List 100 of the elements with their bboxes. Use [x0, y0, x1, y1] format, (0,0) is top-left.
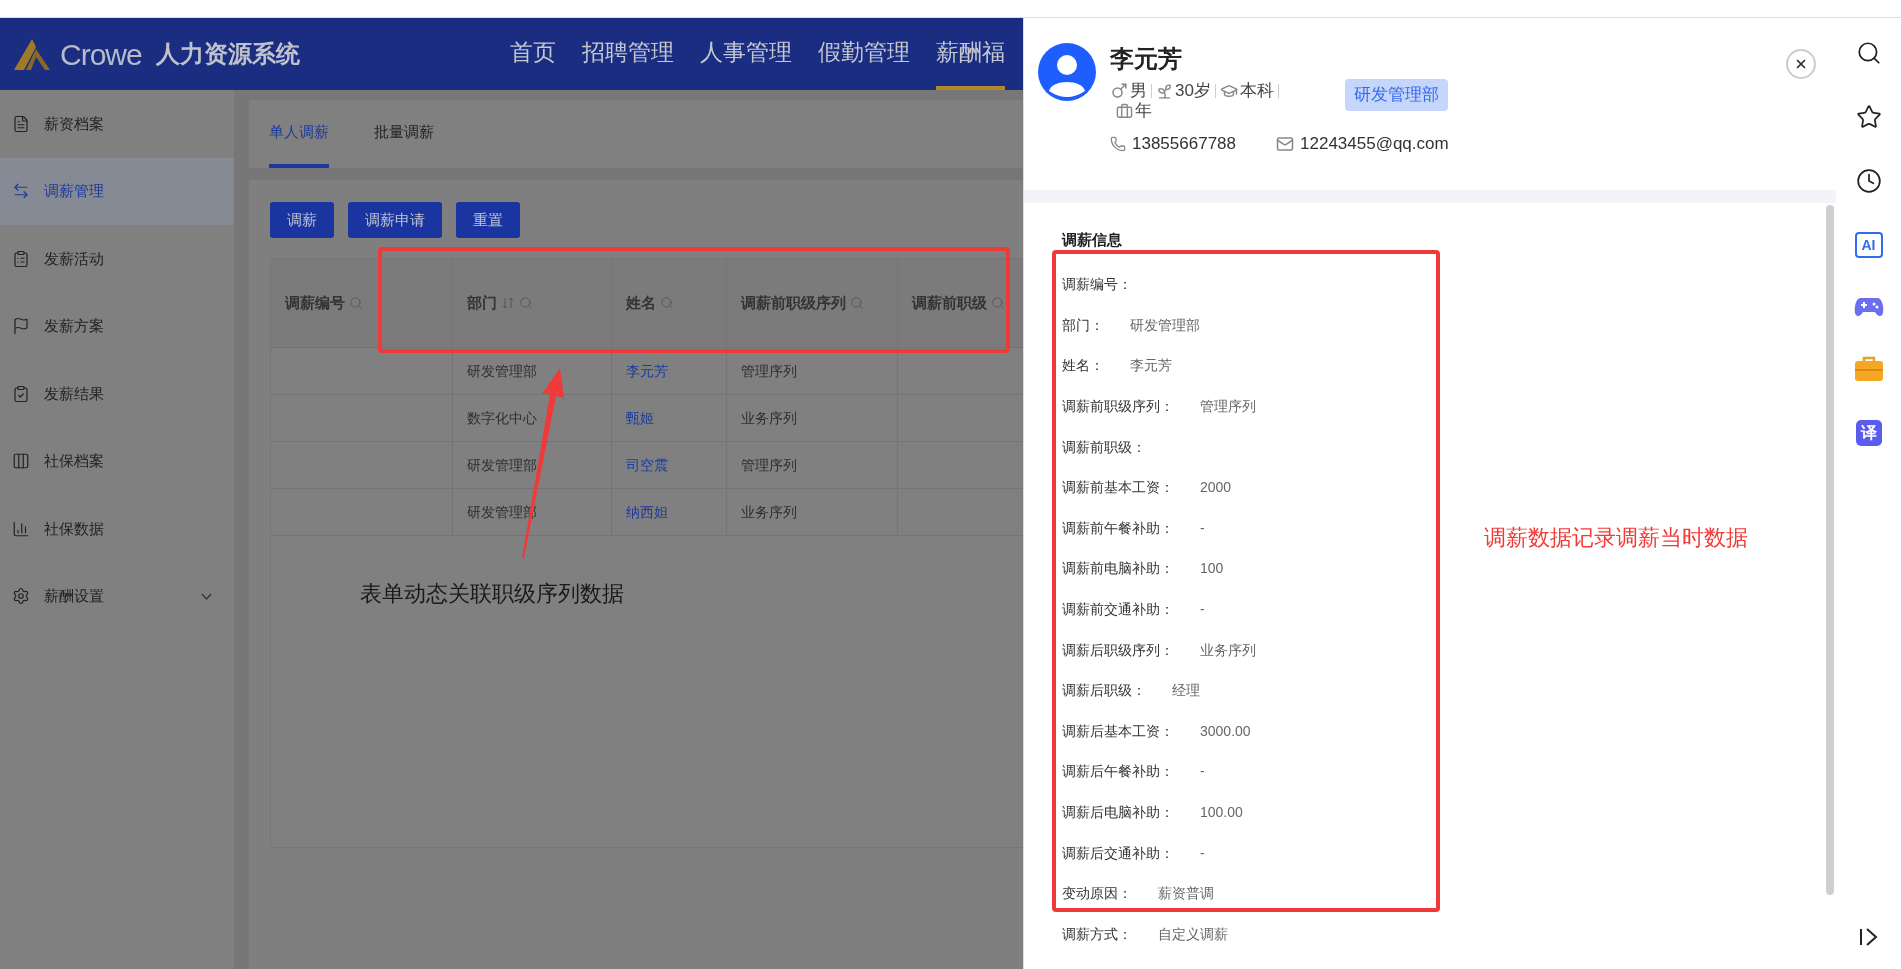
- clock-icon[interactable]: [1855, 168, 1882, 194]
- table-cell-text: 管理序列: [741, 455, 797, 475]
- sidebar-item[interactable]: 发薪活动: [0, 225, 234, 293]
- field-value: 管理序列: [1200, 397, 1256, 417]
- column-title: 调薪前职级: [912, 292, 987, 313]
- phone-text: 13855667788: [1132, 133, 1236, 155]
- field-label: 调薪前电脑补助：: [1062, 559, 1174, 579]
- table-cell-text: 业务序列: [741, 502, 797, 522]
- menu-icon: [12, 519, 30, 538]
- sidebar-item[interactable]: 发薪方案: [0, 292, 234, 360]
- field-label: 调薪后午餐补助：: [1062, 762, 1174, 782]
- logo-icon: [12, 37, 52, 71]
- name-link[interactable]: 李元芳: [626, 360, 668, 382]
- field-label: 部门：: [1062, 315, 1104, 335]
- translate-icon[interactable]: 译: [1855, 420, 1882, 446]
- field-value: 100.00: [1200, 803, 1243, 822]
- sidebar-item[interactable]: 社保数据: [0, 495, 234, 563]
- close-icon: [1794, 57, 1808, 71]
- education-text: 本科: [1239, 81, 1274, 101]
- name-link[interactable]: 司空震: [626, 454, 668, 476]
- sidebar-item[interactable]: 薪资档案: [0, 90, 234, 158]
- section-title: 调薪信息: [1062, 230, 1122, 250]
- sidebar-item[interactable]: 社保档案: [0, 427, 234, 495]
- name-link[interactable]: 纳西妲: [626, 501, 668, 523]
- field-label: 调薪后职级：: [1062, 681, 1146, 701]
- nav-tab[interactable]: 人事管理: [700, 18, 792, 90]
- field-label: 调薪方式：: [1062, 924, 1132, 944]
- close-button[interactable]: [1786, 49, 1816, 79]
- field-value: 业务序列: [1200, 640, 1256, 660]
- column-title: 姓名: [626, 292, 656, 313]
- field-label: 调薪编号：: [1062, 275, 1132, 295]
- briefcase-icon: [1116, 102, 1133, 120]
- nav-tab[interactable]: 首页: [510, 18, 556, 90]
- logo-text: Crowe: [60, 36, 142, 73]
- annotation-note: 调薪数据记录调薪当时数据: [1484, 524, 1748, 552]
- email-text: 12243455@qq.com: [1300, 133, 1449, 155]
- field-label: 调薪后交通补助：: [1062, 843, 1174, 863]
- field-value: 3000.00: [1200, 721, 1251, 741]
- avatar-icon: [1038, 43, 1096, 101]
- field-label: 调薪前职级序列：: [1062, 397, 1174, 417]
- search-icon[interactable]: [1855, 40, 1882, 66]
- employee-name: 李元芳: [1110, 44, 1183, 74]
- field-value: -: [1200, 518, 1205, 538]
- field-label: 调薪后基本工资：: [1062, 721, 1174, 741]
- tab[interactable]: 单人调薪: [269, 100, 329, 168]
- field-label: 调薪后职级序列：: [1062, 640, 1174, 660]
- field-value: 李元芳: [1130, 356, 1172, 376]
- gender-text: 男: [1130, 81, 1147, 101]
- field-label: 调薪前基本工资：: [1062, 478, 1174, 498]
- table-cell-text: 管理序列: [741, 361, 797, 381]
- field-value: 薪资普调: [1158, 884, 1214, 904]
- menu-icon: [12, 384, 30, 403]
- age-text: 30岁: [1175, 81, 1211, 101]
- male-icon: [1110, 82, 1128, 100]
- action-button[interactable]: 调薪: [270, 202, 334, 238]
- mail-icon: [1276, 134, 1294, 153]
- system-title: 人力资源系统: [155, 39, 300, 69]
- gamepad-icon[interactable]: [1853, 296, 1884, 318]
- column-title: 部门: [467, 292, 497, 313]
- table-cell-text: 业务序列: [741, 408, 797, 428]
- collapse-icon[interactable]: [1857, 927, 1880, 947]
- ai-icon[interactable]: AI: [1854, 232, 1883, 258]
- nav-tab[interactable]: 招聘管理: [582, 18, 674, 90]
- toolbox-icon[interactable]: [1853, 356, 1884, 382]
- sidebar-item[interactable]: 薪酬设置: [0, 562, 234, 630]
- field-label: 调薪前职级：: [1062, 437, 1146, 457]
- chevron-down-icon: [201, 592, 212, 600]
- nav-tab[interactable]: 假勤管理: [818, 18, 910, 90]
- field-value: 经理: [1172, 681, 1200, 701]
- star-icon[interactable]: [1855, 104, 1882, 130]
- graduation-cap-icon: [1219, 82, 1238, 100]
- tenure-text: 年: [1135, 101, 1152, 121]
- table-cell-text: 研发管理部: [467, 455, 537, 475]
- annotation-note: 表单动态关联职级序列数据: [360, 580, 624, 608]
- table-cell-text: 数字化中心: [467, 408, 537, 428]
- action-button[interactable]: 重置: [456, 202, 520, 238]
- table-cell-text: 研发管理部: [467, 361, 537, 381]
- name-link[interactable]: 甄姬: [626, 407, 654, 429]
- sprout-icon: [1156, 82, 1173, 100]
- field-label: 姓名：: [1062, 356, 1104, 376]
- menu-icon: [12, 317, 30, 336]
- field-value: 100: [1200, 559, 1224, 579]
- field-label: 调薪前午餐补助：: [1062, 518, 1174, 538]
- field-label: 调薪前交通补助：: [1062, 600, 1174, 620]
- menu-icon: [12, 114, 30, 133]
- scrollbar[interactable]: [1826, 205, 1834, 895]
- column-title: 调薪编号: [285, 292, 345, 313]
- tab[interactable]: 批量调薪: [374, 100, 434, 168]
- sidebar-item[interactable]: 调薪管理: [0, 157, 234, 225]
- phone-icon: [1110, 135, 1126, 152]
- menu-icon: [12, 249, 30, 268]
- sidebar-item[interactable]: 发薪结果: [0, 360, 234, 428]
- action-button[interactable]: 调薪申请: [348, 202, 442, 238]
- menu-icon: [12, 452, 30, 471]
- field-value: -: [1200, 600, 1205, 620]
- menu-icon: [12, 587, 30, 606]
- menu-icon: [12, 182, 30, 201]
- sort-icon[interactable]: [501, 296, 515, 310]
- field-value: -: [1200, 762, 1205, 782]
- field-label: 调薪后电脑补助：: [1062, 803, 1174, 822]
